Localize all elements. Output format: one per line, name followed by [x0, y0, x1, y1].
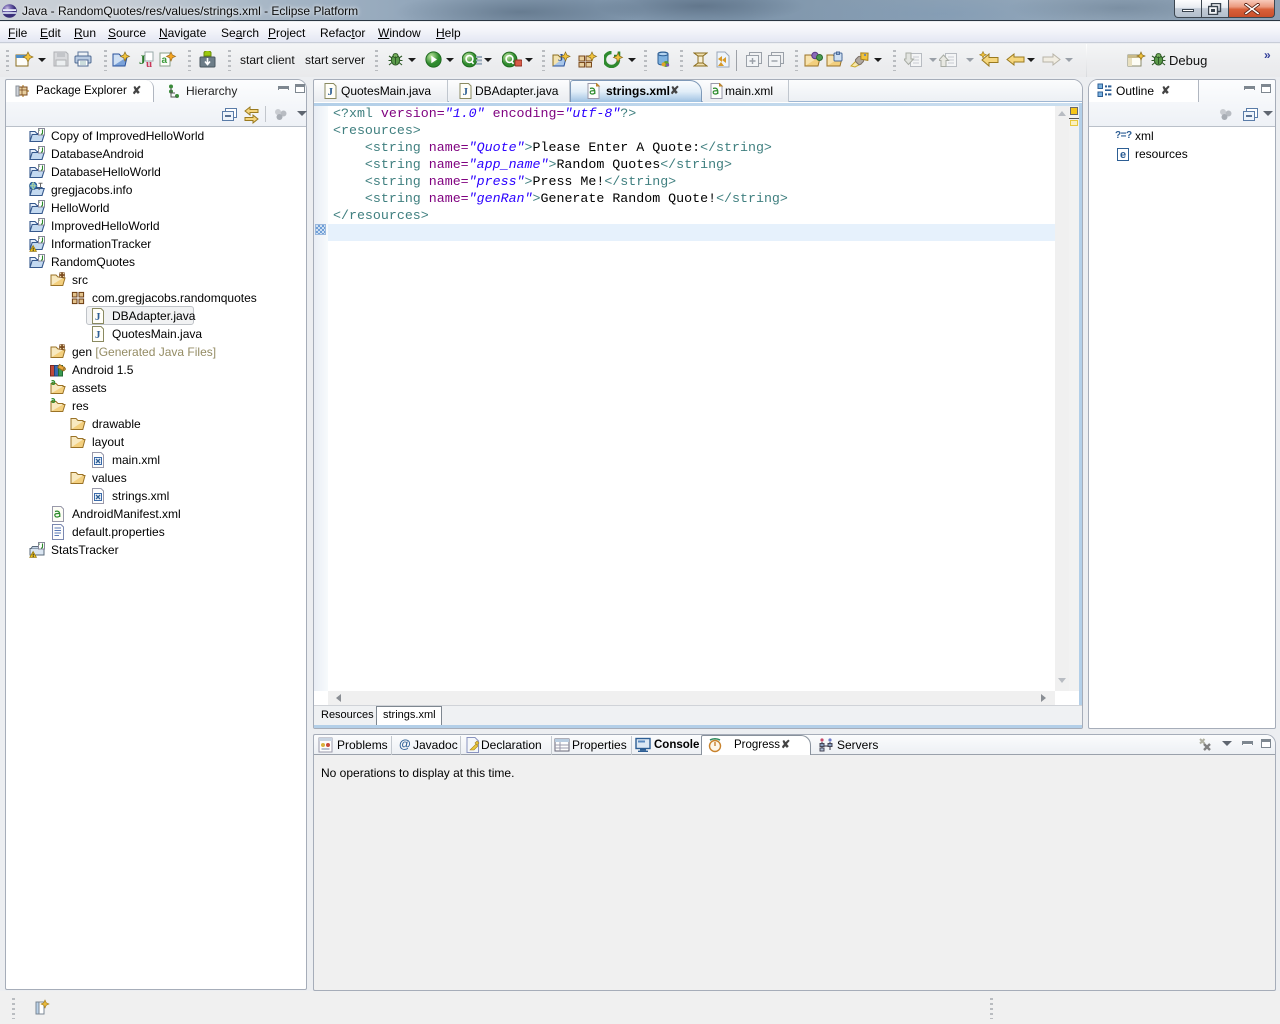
svg-text:J: J [558, 52, 564, 64]
svg-text:J: J [139, 52, 146, 67]
svg-text:J: J [328, 86, 334, 98]
svg-text:u: u [146, 58, 152, 68]
svg-text:J: J [463, 86, 469, 98]
